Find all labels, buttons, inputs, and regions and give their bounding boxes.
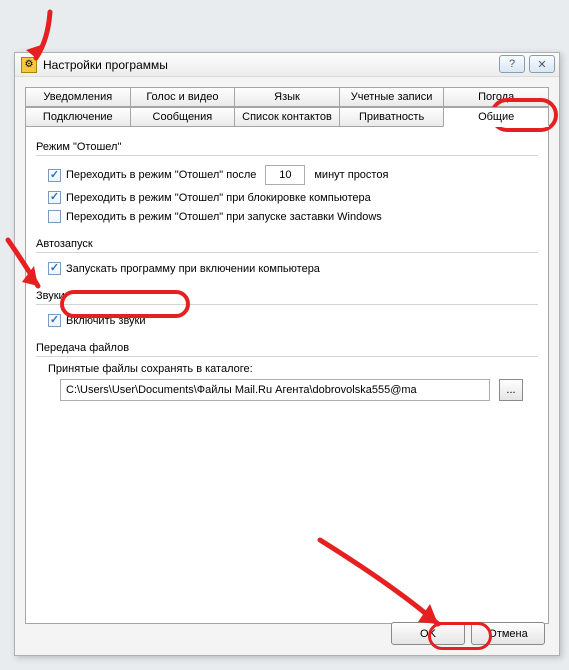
settings-window: ⚙ Настройки программы ? ✕ Уведомления Го…	[14, 52, 560, 656]
files-group: Принятые файлы сохранять в каталоге: C:\…	[36, 356, 538, 407]
away-on-screensaver-label: Переходить в режим "Отошел" при запуске …	[66, 211, 382, 223]
away-on-screensaver-checkbox[interactable]	[48, 210, 61, 223]
tabs-row-1: Уведомления Голос и видео Язык Учетные з…	[25, 87, 549, 107]
away-after-idle-label-before: Переходить в режим "Отошел" после	[66, 169, 256, 181]
autorun-checkbox[interactable]	[48, 262, 61, 275]
away-group: Переходить в режим "Отошел" после минут …	[36, 155, 538, 232]
files-group-label: Передача файлов	[36, 342, 538, 354]
tab-contact-list[interactable]: Список контактов	[234, 107, 340, 127]
tab-general[interactable]: Общие	[443, 107, 549, 127]
tab-accounts[interactable]: Учетные записи	[339, 87, 445, 107]
ok-button[interactable]: OK	[391, 622, 465, 645]
autorun-group: Запускать программу при включении компью…	[36, 252, 538, 284]
tabs-container: Уведомления Голос и видео Язык Учетные з…	[25, 87, 549, 624]
autorun-label: Запускать программу при включении компью…	[66, 263, 320, 275]
tab-notifications[interactable]: Уведомления	[25, 87, 131, 107]
tab-privacy[interactable]: Приватность	[339, 107, 445, 127]
sounds-group: Включить звуки	[36, 304, 538, 336]
away-group-label: Режим "Отошел"	[36, 141, 538, 153]
cancel-button[interactable]: Отмена	[471, 622, 545, 645]
tab-voice-video[interactable]: Голос и видео	[130, 87, 236, 107]
tab-language[interactable]: Язык	[234, 87, 340, 107]
away-after-idle-checkbox[interactable]	[48, 169, 61, 182]
away-after-idle-label-after: минут простоя	[314, 169, 388, 181]
files-sublabel: Принятые файлы сохранять в каталоге:	[48, 363, 538, 375]
dialog-buttons: OK Отмена	[391, 622, 545, 645]
help-button[interactable]: ?	[499, 55, 525, 73]
tab-content-general: Режим "Отошел" Переходить в режим "Отоше…	[25, 126, 549, 624]
autorun-group-label: Автозапуск	[36, 238, 538, 250]
window-title: Настройки программы	[43, 58, 168, 72]
enable-sounds-checkbox[interactable]	[48, 314, 61, 327]
app-icon: ⚙	[21, 57, 37, 73]
tab-connection[interactable]: Подключение	[25, 107, 131, 127]
titlebar: ⚙ Настройки программы ? ✕	[15, 53, 559, 77]
away-on-lock-checkbox[interactable]	[48, 191, 61, 204]
close-button[interactable]: ✕	[529, 55, 555, 73]
away-on-lock-label: Переходить в режим "Отошел" при блокиров…	[66, 192, 371, 204]
away-minutes-input[interactable]	[265, 165, 305, 185]
tabs-row-2: Подключение Сообщения Список контактов П…	[25, 107, 549, 127]
files-path-input[interactable]: C:\Users\User\Documents\Файлы Mail.Ru Аг…	[60, 379, 490, 401]
enable-sounds-label: Включить звуки	[66, 315, 146, 327]
sounds-group-label: Звуки	[36, 290, 538, 302]
tab-messages[interactable]: Сообщения	[130, 107, 236, 127]
tab-weather[interactable]: Погода	[443, 87, 549, 107]
browse-button[interactable]: ...	[499, 379, 523, 401]
